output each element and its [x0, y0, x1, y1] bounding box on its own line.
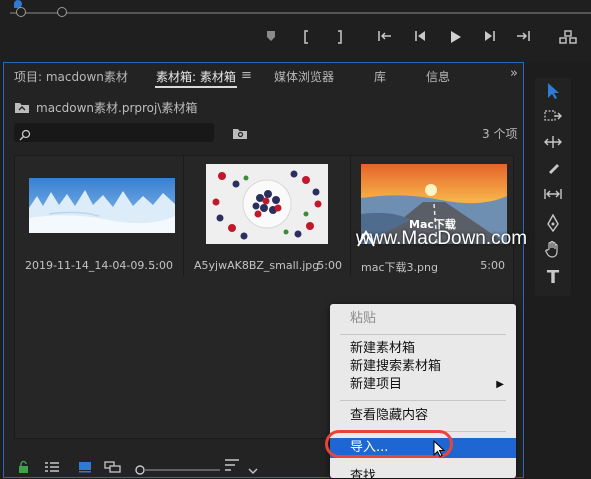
list-item[interactable]: Mac下载 mac下载3.png 5:00: [351, 156, 513, 276]
bin-path: macdown素材.prproj\素材箱: [14, 99, 197, 115]
zoom-slider[interactable]: [134, 460, 224, 479]
list-item[interactable]: 2019-11-14_14-04-09.... 5:00: [15, 156, 181, 276]
bin-path-text: macdown素材.prproj\素材箱: [36, 101, 198, 115]
mark-out-icon[interactable]: [332, 30, 346, 48]
zoom-handle-left[interactable]: [16, 7, 26, 17]
thumbnail-berries[interactable]: [206, 164, 328, 244]
item-duration: 5:00: [480, 259, 505, 272]
program-monitor-controls: [0, 0, 591, 62]
step-back-icon[interactable]: [411, 30, 429, 48]
type-tool-icon[interactable]: T: [543, 268, 563, 288]
step-forward-icon[interactable]: [481, 30, 499, 48]
freeform-view-icon[interactable]: [104, 458, 122, 477]
button-editor-icon[interactable]: [558, 30, 578, 48]
tab-project[interactable]: 项目: macdown素材: [14, 68, 128, 85]
sort-icon[interactable]: [224, 457, 240, 476]
menu-item-new-search-bin[interactable]: 新建搜索素材箱: [330, 358, 516, 376]
tab-bin[interactable]: 素材箱: 素材箱: [156, 68, 236, 85]
razor-tool-icon[interactable]: [543, 160, 563, 180]
menu-separator: [340, 334, 506, 335]
mouse-cursor-icon: [433, 439, 446, 462]
chevron-down-icon[interactable]: [248, 460, 258, 479]
watermark-logo-icon: [356, 229, 376, 252]
search-icon: [19, 126, 31, 145]
monitor-timeline-track[interactable]: [10, 12, 591, 14]
submenu-arrow-icon: ▶: [496, 379, 504, 390]
active-tab-indicator: [155, 86, 237, 88]
item-count: 3 个项: [482, 127, 518, 141]
item-name: mac下载3.png: [361, 261, 438, 274]
menu-item-view-hidden[interactable]: 查看隐藏内容: [330, 407, 516, 425]
watermark-text: www.MacDown.com: [356, 228, 528, 249]
hand-tool-icon[interactable]: [543, 240, 563, 260]
tab-info[interactable]: 信息: [426, 68, 450, 85]
menu-item-find[interactable]: 查找...: [330, 468, 516, 478]
item-duration: 5:00: [148, 259, 173, 272]
item-duration: 5:00: [317, 259, 342, 272]
pen-tool-icon[interactable]: [543, 213, 563, 234]
menu-item-paste[interactable]: 粘贴: [330, 310, 516, 328]
search-input[interactable]: [14, 123, 214, 142]
zoom-handle-right[interactable]: [57, 7, 67, 17]
lock-icon[interactable]: [18, 458, 29, 477]
go-to-in-icon[interactable]: [376, 30, 394, 48]
ripple-edit-tool-icon[interactable]: [543, 134, 563, 154]
thumbnail-winter-forest[interactable]: [29, 178, 175, 233]
item-name: 2019-11-14_14-04-09....: [25, 259, 159, 272]
menu-item-new-item-label: 新建项目: [350, 377, 403, 392]
new-search-bin-icon[interactable]: [232, 125, 248, 144]
list-view-icon[interactable]: [44, 458, 60, 477]
track-select-tool-icon[interactable]: [543, 108, 563, 128]
up-folder-icon[interactable]: [14, 101, 30, 117]
marker-icon[interactable]: [264, 30, 278, 48]
tools-panel: T: [535, 78, 571, 296]
menu-item-new-bin[interactable]: 新建素材箱: [330, 340, 516, 358]
menu-item-new-item[interactable]: 新建项目 ▶: [330, 376, 516, 394]
go-to-out-icon[interactable]: [514, 30, 532, 48]
play-icon[interactable]: [446, 30, 464, 48]
selection-tool-icon[interactable]: [543, 82, 563, 102]
tab-menu-icon[interactable]: ≡: [241, 68, 252, 83]
tab-overflow-icon[interactable]: »: [510, 66, 518, 81]
list-item[interactable]: A5yjwAK8BZ_small.jpg 5:00: [184, 156, 350, 276]
slip-tool-icon[interactable]: [543, 186, 563, 206]
mark-in-icon[interactable]: [300, 30, 314, 48]
panel-tab-bar: 项目: macdown素材 素材箱: 素材箱 ≡ 媒体浏览器 库 信息 »: [4, 63, 523, 89]
icon-view-icon[interactable]: [78, 458, 92, 477]
tab-libraries[interactable]: 库: [374, 68, 386, 85]
tab-media-browser[interactable]: 媒体浏览器: [274, 68, 334, 85]
menu-separator: [340, 400, 506, 401]
item-name: A5yjwAK8BZ_small.jpg: [194, 259, 320, 272]
